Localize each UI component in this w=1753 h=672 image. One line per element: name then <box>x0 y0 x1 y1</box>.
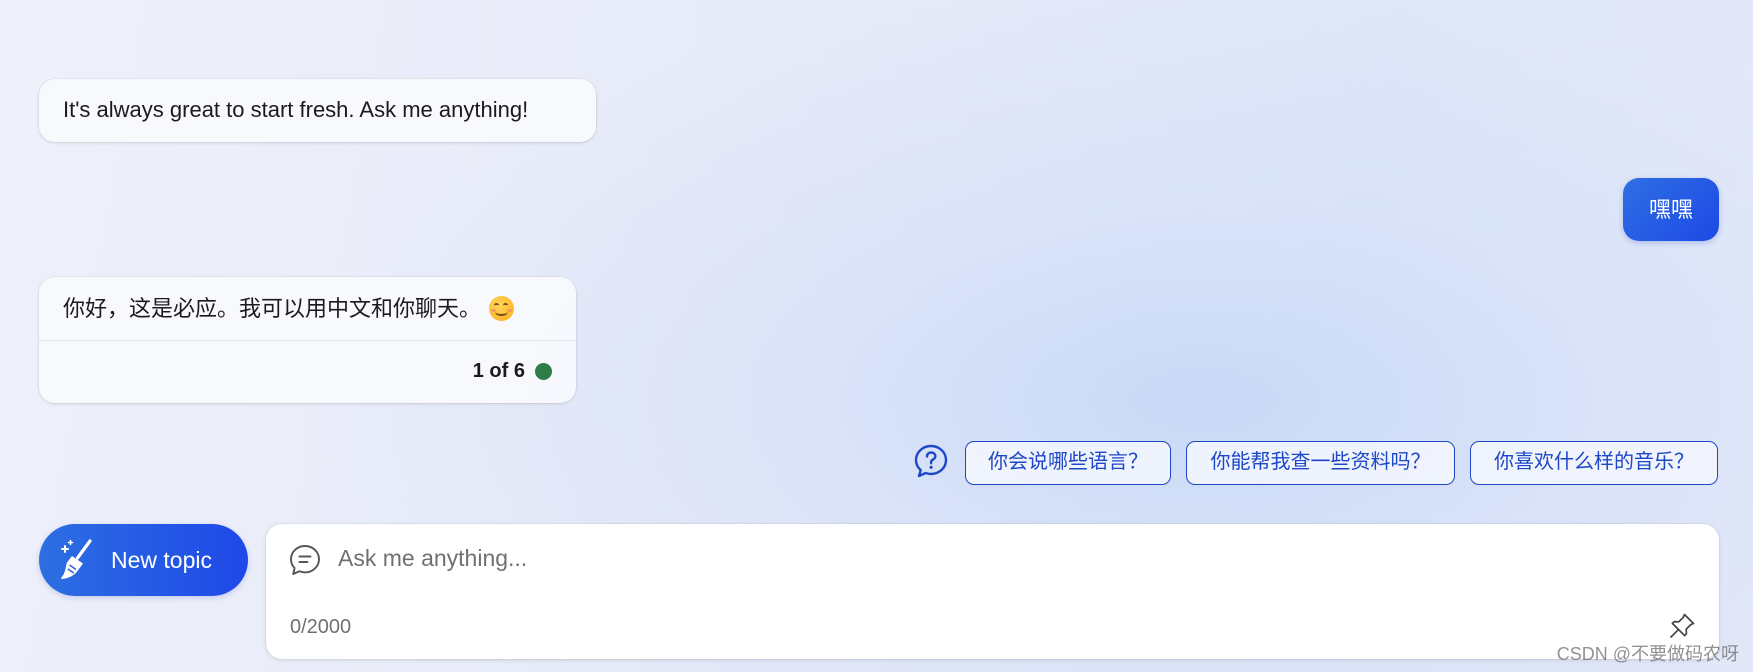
bot-message-text: It's always great to start fresh. Ask me… <box>63 97 529 122</box>
bot-message-greeting: It's always great to start fresh. Ask me… <box>39 79 596 142</box>
bot-reply-line: 你好，这是必应。我可以用中文和你聊天。 <box>63 296 515 322</box>
user-message: 嘿嘿 <box>1623 178 1719 241</box>
watermark: CSDN @不要做码农呀 <box>1556 644 1739 664</box>
new-topic-button[interactable]: New topic <box>39 524 248 596</box>
bot-message-reply: 你好，这是必应。我可以用中文和你聊天。 1 of 6 <box>39 277 576 403</box>
new-topic-label: New topic <box>111 546 212 573</box>
reply-counter: 1 of 6 <box>473 360 552 383</box>
suggestion-chip[interactable]: 你能帮我查一些资料吗？ <box>1186 441 1455 485</box>
chat-input[interactable] <box>338 538 1638 578</box>
suggestion-chip[interactable]: 你会说哪些语言？ <box>965 441 1171 485</box>
question-bubble-icon <box>914 444 948 478</box>
chat-composer: 0/2000 <box>266 524 1719 659</box>
suggestion-chip[interactable]: 你喜欢什么样的音乐？ <box>1470 441 1718 485</box>
status-dot-icon <box>535 363 552 380</box>
character-count: 0/2000 <box>290 616 352 638</box>
bot-reply-text: 你好，这是必应。我可以用中文和你聊天。 <box>63 296 482 321</box>
reply-counter-text: 1 of 6 <box>472 360 525 382</box>
broom-icon <box>61 539 92 579</box>
chat-bubble-icon <box>290 545 320 575</box>
pin-icon[interactable] <box>1667 611 1697 641</box>
user-message-text: 嘿嘿 <box>1648 197 1693 222</box>
smiling-face-icon <box>489 296 515 321</box>
message-divider <box>39 340 576 341</box>
